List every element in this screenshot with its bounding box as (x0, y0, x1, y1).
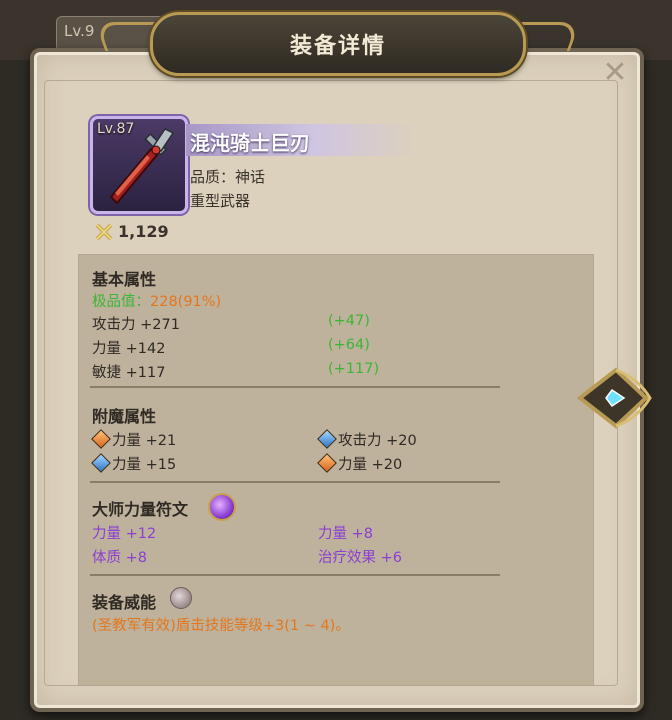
stone-orb-icon (170, 587, 192, 609)
rune-stat: 治疗效果 +6 (318, 550, 402, 566)
stat-agility: 敏捷 +117 (92, 365, 166, 381)
stat-attack: 攻击力 +271 (92, 317, 180, 333)
power-value: 1,129 (118, 222, 169, 241)
next-arrow-button[interactable] (576, 358, 656, 438)
item-quality: 品质：神话 (190, 168, 266, 186)
enchant-item: 力量 +20 (338, 457, 403, 473)
purple-rune-icon (208, 493, 236, 521)
close-icon: ✕ (602, 55, 628, 90)
page-title: 装备详情 (289, 34, 386, 59)
might-description: (圣教军有效)盾击技能等级+3(1 ~ 4)。 (92, 618, 350, 634)
rune-stat: 力量 +12 (92, 526, 157, 542)
section-divider (90, 574, 500, 576)
rune-stat: 体质 +8 (92, 550, 147, 566)
crossed-swords-icon (95, 223, 113, 241)
close-button[interactable]: ✕ (600, 58, 630, 88)
item-type: 重型武器 (190, 192, 251, 210)
rating-line: 极品值：228(91%) (92, 290, 221, 311)
stat-strength: 力量 +142 (92, 341, 166, 357)
title-plate: 装备详情 (150, 12, 526, 76)
rune-stat: 力量 +8 (318, 526, 373, 542)
item-name: 混沌骑士巨刃 (190, 131, 310, 155)
rating-value: 228(91%) (150, 294, 222, 310)
basic-attributes-heading: 基本属性 (92, 270, 157, 289)
stat-agility-bonus: (+117) (328, 361, 380, 377)
section-divider (90, 386, 500, 388)
enchant-item: 力量 +21 (112, 433, 177, 449)
stat-strength-bonus: (+64) (328, 337, 370, 353)
enchant-item: 攻击力 +20 (338, 433, 417, 449)
item-level: Lv.87 (97, 121, 135, 137)
rune-heading: 大师力量符文 (92, 500, 189, 519)
might-heading: 装备威能 (92, 593, 157, 612)
background-card-level: Lv.9 (64, 22, 95, 40)
section-divider (90, 481, 500, 483)
stat-attack-bonus: (+47) (328, 313, 370, 329)
enchant-item: 力量 +15 (112, 457, 177, 473)
item-icon-frame[interactable]: Lv.87 (90, 116, 188, 214)
rating-label: 极品值： (92, 294, 150, 310)
enchant-heading: 附魔属性 (92, 407, 157, 426)
